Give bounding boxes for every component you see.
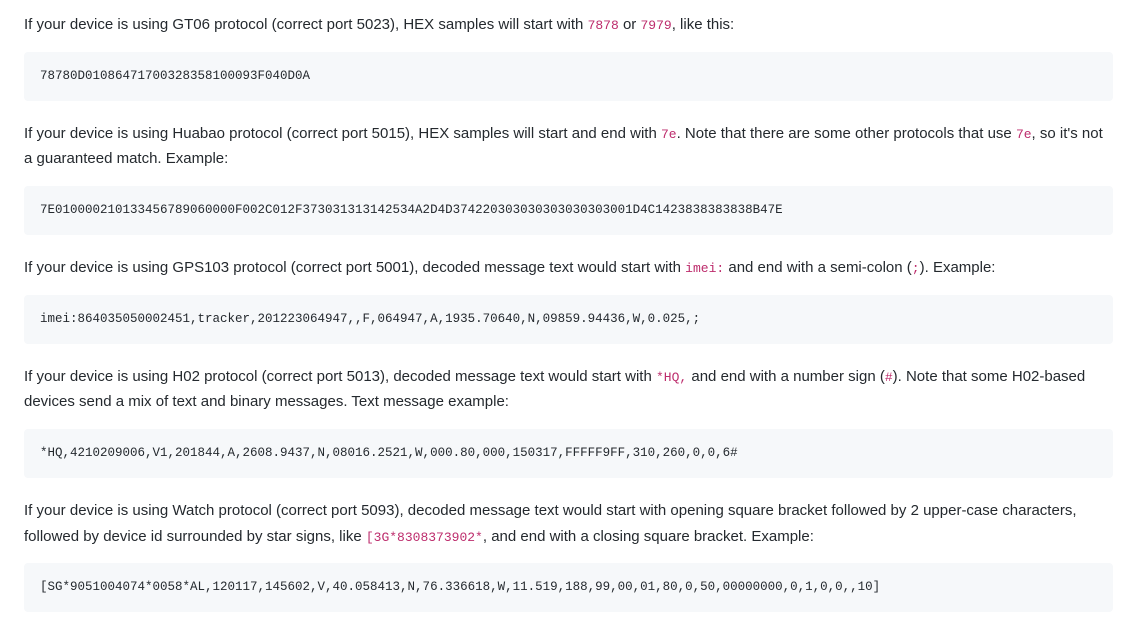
text: If your device is using GPS103 protocol … <box>24 259 685 276</box>
text: , like this: <box>672 16 735 33</box>
text: If your device is using Huabao protocol … <box>24 125 661 142</box>
paragraph-huabao: If your device is using Huabao protocol … <box>24 121 1113 172</box>
code-inline: *HQ, <box>656 370 687 385</box>
code-inline: 7979 <box>640 18 671 33</box>
code-inline: 7878 <box>588 18 619 33</box>
paragraph-watch: If your device is using Watch protocol (… <box>24 498 1113 549</box>
code-inline: # <box>885 370 893 385</box>
code-block-gt06: 78780D01086471700328358100093F040D0A <box>24 52 1113 101</box>
code-inline: imei: <box>685 261 724 276</box>
text: , and end with a closing square bracket.… <box>483 528 814 545</box>
text: If your device is using H02 protocol (co… <box>24 368 656 385</box>
paragraph-h02: If your device is using H02 protocol (co… <box>24 364 1113 415</box>
code-inline: 7e <box>661 127 677 142</box>
code-inline: ; <box>912 261 920 276</box>
paragraph-gt06: If your device is using GT06 protocol (c… <box>24 12 1113 38</box>
text: or <box>619 16 641 33</box>
code-block-huabao: 7E010000210133456789060000F002C012F37303… <box>24 186 1113 235</box>
code-inline: 7e <box>1016 127 1032 142</box>
code-block-watch: [SG*9051004074*0058*AL,120117,145602,V,4… <box>24 563 1113 612</box>
text: and end with a number sign ( <box>687 368 885 385</box>
code-block-h02: *HQ,4210209006,V1,201844,A,2608.9437,N,0… <box>24 429 1113 478</box>
text: and end with a semi-colon ( <box>724 259 912 276</box>
text: . Note that there are some other protoco… <box>677 125 1016 142</box>
text: ). Example: <box>920 259 996 276</box>
code-inline: [3G*8308373902* <box>366 530 483 545</box>
code-block-gps103: imei:864035050002451,tracker,20122306494… <box>24 295 1113 344</box>
paragraph-gps103: If your device is using GPS103 protocol … <box>24 255 1113 281</box>
text: If your device is using GT06 protocol (c… <box>24 16 588 33</box>
